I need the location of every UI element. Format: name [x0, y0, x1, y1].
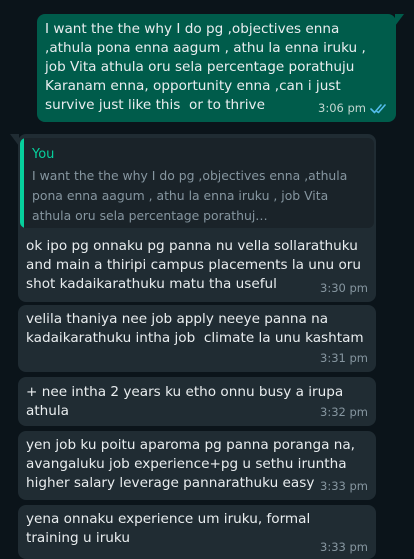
incoming-message[interactable]: yena onnaku experience um iruku, formal … — [18, 505, 376, 559]
bubble-tail — [395, 14, 404, 26]
message-meta: 3:33 pm — [320, 477, 368, 496]
quote-accent-bar — [20, 138, 24, 228]
message-meta: 3:30 pm — [320, 279, 368, 298]
message-time: 3:32 pm — [320, 405, 368, 419]
message-text: yen job ku poitu aparoma pg panna porang… — [26, 437, 360, 491]
double-check-read-icon — [370, 104, 386, 114]
outgoing-message[interactable]: I want the the why I do pg ,objectives e… — [37, 14, 404, 122]
message-text: yena onnaku experience um iruku, formal … — [26, 511, 315, 546]
message-time: 3:33 pm — [320, 540, 368, 554]
incoming-message[interactable]: velila thaniya nee job apply neeye panna… — [18, 305, 376, 372]
message-meta: 3:32 pm — [320, 403, 368, 422]
message-meta: 3:33 pm — [320, 538, 368, 557]
chat-message-list: I want the the why I do pg ,objectives e… — [0, 0, 414, 559]
message-meta: 3:06 pm — [318, 99, 388, 118]
message-time: 3:31 pm — [320, 351, 368, 365]
quoted-reply[interactable]: You I want the the why I do pg ,objectiv… — [20, 138, 374, 228]
message-time: 3:30 pm — [320, 281, 368, 295]
message-time: 3:06 pm — [318, 101, 366, 115]
incoming-message[interactable]: You I want the the why I do pg ,objectiv… — [10, 134, 376, 302]
message-text: + nee intha 2 years ku etho onnu busy a … — [26, 384, 348, 419]
message-text: velila thaniya nee job apply neeye panna… — [26, 311, 364, 346]
bubble-tail — [10, 134, 19, 146]
message-text: ok ipo pg onnaku pg panna nu vella solla… — [26, 238, 366, 292]
quote-author: You — [32, 147, 55, 162]
incoming-message[interactable]: + nee intha 2 years ku etho onnu busy a … — [18, 377, 376, 426]
quote-text: I want the the why I do pg ,objectives e… — [32, 168, 348, 223]
message-meta: 3:31 pm — [320, 349, 368, 368]
message-time: 3:33 pm — [320, 479, 368, 493]
incoming-message[interactable]: yen job ku poitu aparoma pg panna porang… — [18, 431, 376, 500]
